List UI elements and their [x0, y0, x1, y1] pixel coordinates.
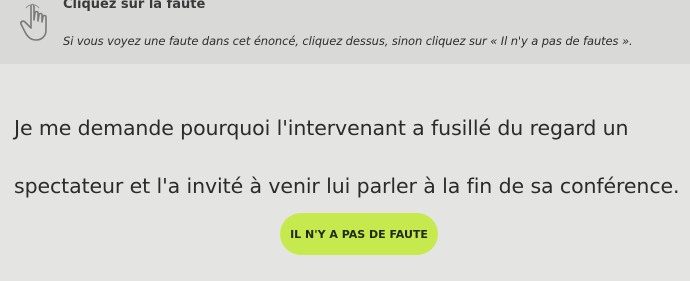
- instruction-title: Cliquez sur la faute: [63, 0, 206, 12]
- exercise-sentence[interactable]: Je me demande pourquoi l'intervenant a f…: [14, 99, 684, 215]
- hand-pointer-icon: [17, 2, 57, 42]
- sentence-line-1[interactable]: Je me demande pourquoi l'intervenant a f…: [14, 99, 684, 157]
- sentence-line-2[interactable]: spectateur et l'a invité à venir lui par…: [14, 157, 684, 215]
- no-error-button[interactable]: IL N'Y A PAS DE FAUTE: [280, 213, 438, 255]
- instruction-text: Si vous voyez une faute dans cet énoncé,…: [63, 34, 633, 48]
- instruction-header: Cliquez sur la faute Si vous voyez une f…: [0, 0, 690, 64]
